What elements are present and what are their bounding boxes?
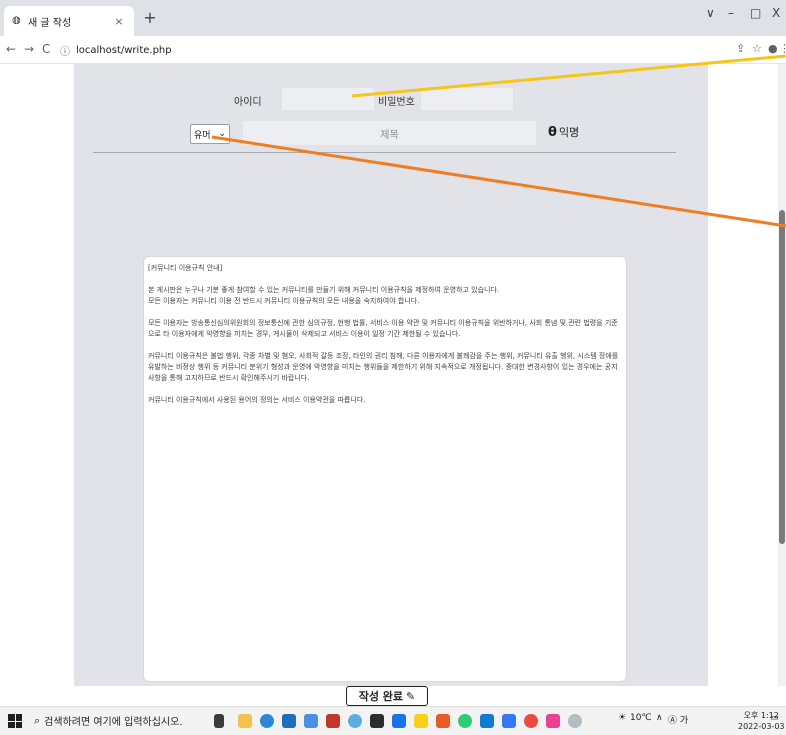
app-icon[interactable] [304,714,318,728]
share-icon[interactable]: ⇪ [736,42,745,55]
task-view-icon[interactable] [214,714,224,728]
chevron-down-icon: ⌄ [218,129,226,139]
tab-title: 새 글 작성 [28,17,72,29]
category-select[interactable]: 유머 ⌄ [190,124,230,144]
notification-icon[interactable]: ▭ [770,713,779,723]
scrollbar-thumb[interactable] [779,210,785,544]
right-margin [708,64,778,686]
menu-kebab-icon[interactable]: ⋮ [779,42,786,55]
divider [93,152,676,153]
app-icon[interactable] [370,714,384,728]
app-icon[interactable] [546,714,560,728]
content-textarea[interactable]: [커뮤니티 이용규칙 안내] 본 게시판은 누구나 기분 좋게 참여할 수 있는… [143,256,627,682]
left-margin [0,64,74,686]
editor-line: 모든 이용자는 방송통신심의위원회의 정보통신에 관한 심의규정, 현행 법률,… [148,319,618,338]
file-explorer-icon[interactable] [238,714,252,728]
submit-label: 작성 완료 [358,690,404,703]
app-icon[interactable] [326,714,340,728]
editor-line: 커뮤니티 이용규칙은 불법 행위, 각종 차별 및 혐오, 사회적 갈등 조장,… [148,352,619,382]
browser-tab-strip: ◍ 새 글 작성 × + ∨ – □ X [0,0,786,36]
globe-icon: ◍ [12,15,21,26]
weather-icon[interactable]: ☀ [618,713,626,723]
anonymous-toggle[interactable]: θ 익명 [548,124,579,140]
screen: ◍ 새 글 작성 × + ∨ – □ X ← → C ⓘ localhost/w… [0,0,786,735]
title-input[interactable]: 제목 [243,121,536,145]
id-label: 아이디 [234,97,262,108]
editor-line: 본 게시판은 누구나 기분 좋게 참여할 수 있는 커뮤니티를 만들기 위해 커… [148,286,500,305]
minimize-button[interactable]: – [728,6,734,20]
bookmark-star-icon[interactable]: ☆ [752,42,762,55]
app-icon[interactable] [348,714,362,728]
app-icon[interactable] [568,714,582,728]
app-icon[interactable] [458,714,472,728]
tab-close-icon[interactable]: × [112,15,126,28]
title-placeholder: 제목 [380,129,399,141]
new-tab-button[interactable]: + [140,8,160,27]
url-field[interactable]: ⓘ localhost/write.php [60,40,740,60]
store-icon[interactable] [282,714,296,728]
submit-button[interactable]: 작성 완료 ✎ [346,686,428,706]
maximize-button[interactable]: □ [750,6,761,20]
search-placeholder: 검색하려면 여기에 입력하십시오. [44,717,183,728]
ime-indicator[interactable]: Ⓐ 가 [668,713,688,726]
address-bar-row: ← → C ⓘ localhost/write.php ⇪ ☆ ● ⋮ [0,36,786,64]
reload-icon[interactable]: C [42,42,50,56]
vscode-icon[interactable] [480,714,494,728]
browser-tab[interactable]: ◍ 새 글 작성 × [4,6,134,36]
password-input[interactable] [421,88,513,110]
pencil-icon: ✎ [406,689,416,703]
kakaotalk-icon[interactable] [414,714,428,728]
windows-start-icon[interactable] [8,714,22,728]
password-label: 비밀번호 [378,97,415,108]
site-info-icon[interactable]: ⓘ [60,43,70,58]
category-selected: 유머 [194,130,211,141]
anonymous-label: 익명 [558,126,580,139]
close-window-button[interactable]: X [772,6,780,20]
search-icon: ⌕ [34,713,41,727]
editor-line: [커뮤니티 이용규칙 안내] [148,264,223,272]
editor-line: 커뮤니티 이용규칙에서 사용된 용어의 정의는 서비스 이용약관을 따릅니다. [148,396,366,404]
id-input[interactable] [282,88,374,110]
app-icon[interactable] [392,714,406,728]
tray-chevron-icon[interactable]: ∧ [656,713,663,723]
page-content: 아이디 비밀번호 유머 ⌄ 제목 θ 익명 [커뮤니티 이용규칙 안내] 본 게… [0,64,786,686]
windows-taskbar: ⌕ 검색하려면 여기에 입력하십시오. ☀ 10℃ ∧ Ⓐ 가 오후 1:12 … [0,706,786,735]
scrollbar[interactable] [778,64,786,686]
profile-icon[interactable]: ● [768,42,778,55]
url-text: localhost/write.php [76,44,172,56]
app-icon[interactable] [502,714,516,728]
edge-icon[interactable] [260,714,274,728]
tab-search-icon[interactable]: ∨ [706,6,715,20]
user-icon: θ [548,124,557,140]
forward-icon[interactable]: → [24,42,34,56]
taskbar-search[interactable]: ⌕ 검색하려면 여기에 입력하십시오. [34,713,183,729]
weather-text: 10℃ [630,713,652,723]
chrome-icon[interactable] [524,714,538,728]
back-icon[interactable]: ← [6,42,16,56]
app-icon[interactable] [436,714,450,728]
